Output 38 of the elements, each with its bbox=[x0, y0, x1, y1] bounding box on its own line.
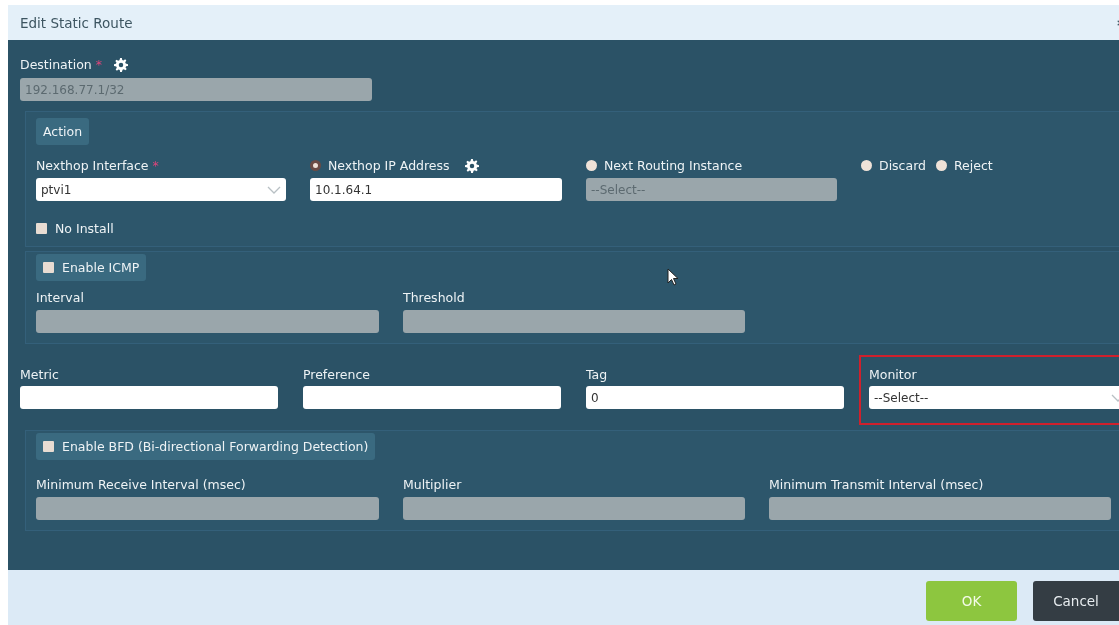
field-label: Metric bbox=[20, 367, 59, 382]
option-label: Next Routing Instance bbox=[604, 158, 743, 173]
option-label: Reject bbox=[954, 158, 993, 173]
field-label: Tag bbox=[586, 367, 608, 382]
input-field[interactable] bbox=[20, 386, 278, 409]
field-label: Monitor bbox=[869, 367, 917, 382]
checkbox-label: Enable ICMP bbox=[62, 260, 140, 275]
checkbox-label: Enable BFD (Bi-directional Forwarding Detection) bbox=[62, 439, 369, 454]
field-label: Preference bbox=[303, 367, 370, 382]
select-field[interactable]: ptvi1 bbox=[36, 178, 286, 201]
dialog-title: Edit Static Route bbox=[20, 14, 133, 31]
option-label: Nexthop IP Address bbox=[328, 158, 450, 173]
field-label: Nexthop Interface bbox=[36, 158, 149, 173]
checkbox[interactable] bbox=[43, 262, 54, 273]
radio-button[interactable] bbox=[936, 160, 947, 171]
settings-icon[interactable] bbox=[464, 158, 479, 173]
chevron-down-icon bbox=[267, 185, 281, 194]
radio-button[interactable] bbox=[310, 160, 321, 171]
field-label: Interval bbox=[36, 290, 84, 305]
checkbox[interactable] bbox=[36, 223, 47, 234]
checkbox[interactable] bbox=[43, 441, 54, 452]
section-legend: Action bbox=[36, 118, 90, 145]
cancel-button[interactable]: Cancel bbox=[1033, 581, 1119, 621]
required-mark: * bbox=[95, 57, 102, 72]
select-field[interactable]: --Select-- bbox=[869, 386, 1119, 409]
field-label: Minimum Receive Interval (msec) bbox=[36, 477, 246, 492]
input-field[interactable]: 10.1.64.1 bbox=[310, 178, 562, 201]
checkbox-label: No Install bbox=[55, 221, 114, 236]
radio-button[interactable] bbox=[861, 160, 872, 171]
option-label: Discard bbox=[879, 158, 926, 173]
field-label: Minimum Transmit Interval (msec) bbox=[769, 477, 984, 492]
field-label: Destination bbox=[20, 57, 92, 72]
input-field[interactable]: 0 bbox=[586, 386, 844, 409]
cursor-icon bbox=[667, 268, 679, 286]
required-mark: * bbox=[152, 158, 159, 173]
input-field[interactable] bbox=[303, 386, 561, 409]
field-label: Multiplier bbox=[403, 477, 462, 492]
field-label: Threshold bbox=[403, 290, 465, 305]
